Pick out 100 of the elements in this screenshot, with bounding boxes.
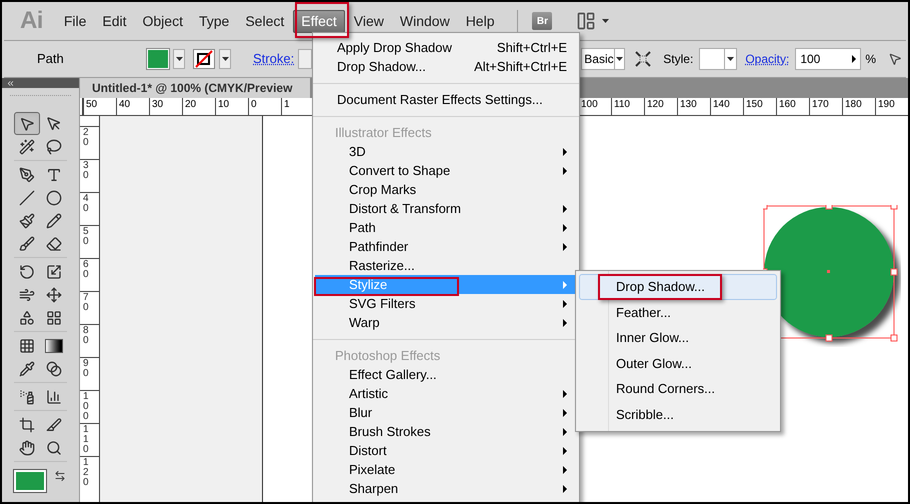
menu-bar-item[interactable]: View (346, 10, 391, 32)
ruler-label: 20 (83, 128, 89, 148)
menu-item[interactable]: Round Corners... (579, 376, 777, 402)
menu-item[interactable]: Blur (315, 403, 577, 422)
menu-item[interactable]: SVG Filters (315, 294, 577, 313)
stroke-link[interactable]: Stroke: (253, 49, 294, 69)
ruler-label: 160 (776, 98, 809, 115)
menu-bar-item[interactable]: Edit (95, 10, 134, 32)
ruler-label: 150 (743, 98, 776, 115)
menu-item[interactable]: Inner Glow... (579, 325, 777, 351)
type-icon (46, 166, 62, 182)
submenu-arrow-icon (852, 55, 856, 63)
ellipse-icon (46, 190, 62, 206)
menu-item[interactable]: 3D (315, 142, 577, 161)
percent-label: % (865, 51, 876, 68)
menu-item[interactable]: Artistic (315, 384, 577, 403)
ruler-label: 50 (83, 98, 116, 115)
ruler-label: 120 (83, 458, 89, 488)
caret-icon (727, 57, 734, 61)
ruler-label: 30 (83, 161, 89, 181)
mesh-icon (18, 338, 35, 354)
menu-item[interactable]: Feather... (579, 300, 777, 326)
ruler-label: 90 (83, 359, 89, 379)
menu-item[interactable]: Document Raster Effects Settings... (315, 90, 577, 109)
menu-bar-item[interactable]: Window (392, 10, 457, 32)
hand-icon (18, 440, 35, 456)
menu-item[interactable]: Brush Strokes (315, 422, 577, 441)
style-label: Style: (663, 51, 694, 68)
menu-item[interactable]: Distort & Transform (315, 199, 577, 218)
menu-bar-item[interactable]: File (56, 10, 94, 32)
menu-bar-item[interactable]: Object (136, 10, 190, 32)
swap-icon (54, 470, 66, 482)
ruler-label: 130 (677, 98, 710, 115)
grid-icon (46, 310, 62, 326)
ruler-label: 110 (611, 98, 644, 115)
opacity-link[interactable]: Opacity: (745, 50, 790, 68)
opacity-field[interactable]: 100 (795, 48, 862, 70)
menu-bar-item[interactable]: Type (192, 10, 236, 32)
ruler-label: 40 (116, 98, 149, 115)
brush-icon (18, 236, 35, 252)
menu-item[interactable]: Scribble... (579, 402, 777, 428)
layout-button[interactable] (576, 11, 610, 31)
blend-icon (46, 360, 62, 376)
fill-color-swatch[interactable] (14, 470, 46, 492)
ruler-label: 110 (83, 425, 89, 455)
menu-item[interactable]: Convert to Shape (315, 161, 577, 180)
menu-item[interactable]: Distort (315, 441, 577, 460)
ruler-label: 180 (842, 98, 875, 115)
bridge-button[interactable]: Br (532, 12, 552, 30)
ruler-label: 170 (809, 98, 842, 115)
paintbrush-icon (18, 212, 35, 228)
highlight-frame (295, 2, 349, 38)
menu-item[interactable]: Warp (315, 313, 577, 332)
eraser-icon (46, 236, 62, 252)
menu-bar-item[interactable]: Effect (293, 10, 345, 32)
spray-can-icon (18, 388, 35, 404)
menu-item[interactable]: Apply Drop Shadow Shift+Ctrl+E (315, 38, 577, 57)
pointer-icon (18, 116, 35, 132)
ruler-label: 0 (248, 98, 281, 115)
fill-swatch (147, 49, 169, 69)
menu-item[interactable]: Sharpen (315, 479, 577, 498)
menu-item[interactable]: Crop Marks (315, 180, 577, 199)
scale-icon (46, 264, 62, 280)
pencil-icon (46, 212, 62, 228)
menu-item[interactable]: Effect Gallery... (315, 365, 577, 384)
pointer-icon (46, 116, 62, 132)
menu-bar-item[interactable]: Select (238, 10, 292, 32)
menu-bar-item[interactable]: Help (458, 10, 502, 32)
collapse-icon (6, 78, 15, 88)
ruler-label: 70 (83, 293, 89, 313)
layout-icon (576, 11, 596, 31)
ruler-label: 120 (644, 98, 677, 115)
menu-item[interactable]: Pathfinder (315, 237, 577, 256)
move-icon (46, 286, 62, 302)
pointer-icon (888, 52, 902, 66)
menu-item[interactable]: Pixelate (315, 460, 577, 479)
caret-icon (222, 57, 228, 61)
ruler-label: 100 (83, 392, 89, 422)
caret-icon (602, 19, 610, 23)
bar-chart-icon (46, 388, 62, 404)
caret-icon (176, 57, 182, 61)
ruler-label: 20 (182, 98, 215, 115)
shapes-icon (18, 310, 35, 326)
stroke-swatch-button[interactable] (193, 49, 231, 69)
menu-item[interactable]: Drop Shadow... Alt+Shift+Ctrl+E (315, 57, 577, 76)
menu-item[interactable]: Path (315, 218, 577, 237)
tool-button[interactable] (14, 112, 40, 135)
menu-item[interactable]: Rasterize... (315, 256, 577, 275)
menu-item[interactable]: Outer Glow... (579, 350, 777, 376)
gradient-icon (45, 338, 64, 352)
ruler-label: 140 (710, 98, 743, 115)
ruler-label: 190 (875, 98, 908, 115)
ruler-label: 80 (83, 326, 89, 346)
brush-dropdown[interactable]: Basic (581, 48, 626, 70)
pen-icon (18, 166, 35, 182)
fill-swatch-button[interactable] (147, 49, 185, 69)
document-tab[interactable]: Untitled-1* @ 100% (CMYK/Preview (80, 78, 310, 98)
no-stroke-icon (193, 49, 215, 69)
ruler-label: 60 (83, 260, 89, 280)
ruler-label: 40 (83, 194, 89, 214)
